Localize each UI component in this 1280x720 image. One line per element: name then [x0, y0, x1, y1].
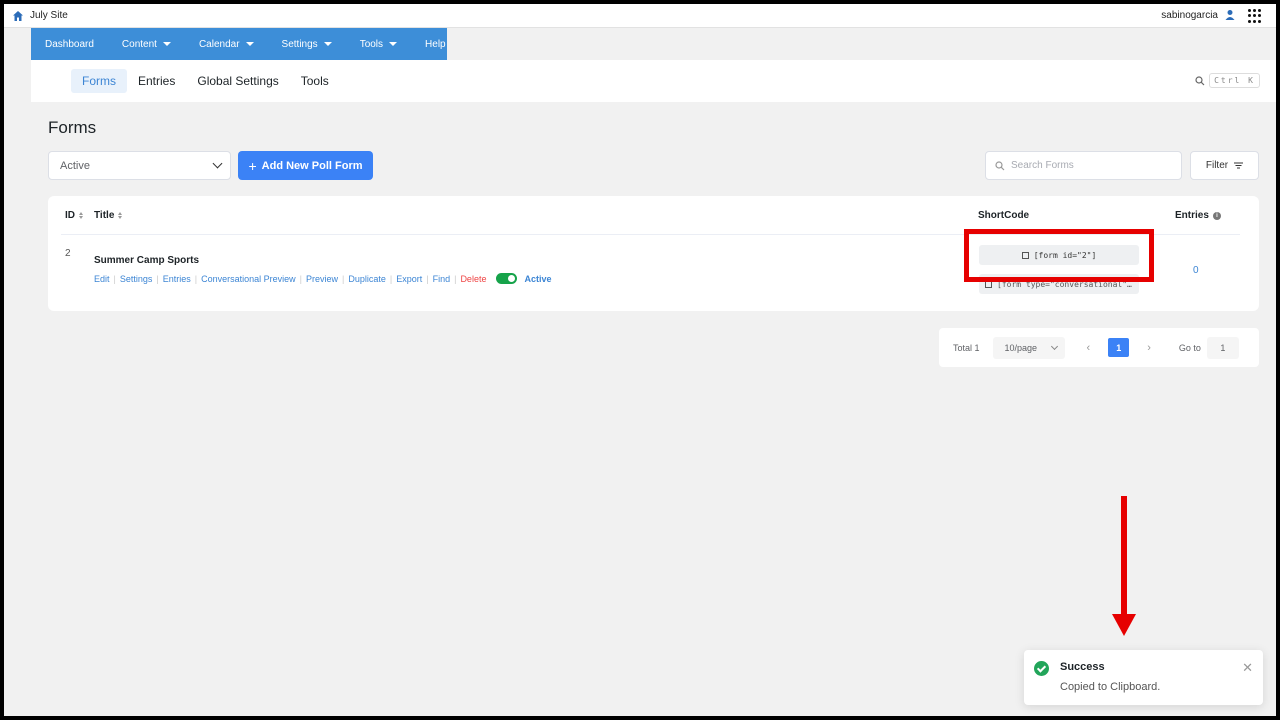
- add-new-form-button[interactable]: + Add New Poll Form: [238, 151, 373, 180]
- action-entries[interactable]: Entries: [163, 274, 191, 284]
- status-select-value: Active: [60, 159, 90, 172]
- nav-tools[interactable]: Tools: [346, 28, 411, 60]
- action-export[interactable]: Export: [396, 274, 422, 284]
- info-icon[interactable]: i: [1212, 211, 1221, 220]
- chevron-down-icon: [212, 158, 223, 169]
- action-conversational-preview[interactable]: Conversational Preview: [201, 274, 296, 284]
- nav-label: Calendar: [198, 38, 240, 50]
- row-actions: Edit | Settings | Entries | Conversational …: [94, 273, 552, 284]
- shortcut-hint: Ctrl K: [1209, 73, 1260, 88]
- search-icon: [995, 160, 1005, 170]
- next-page-icon[interactable]: ›: [1147, 342, 1151, 354]
- caret-down-icon: [389, 42, 398, 46]
- tab-forms[interactable]: Forms: [71, 69, 127, 93]
- form-title[interactable]: Summer Camp Sports: [94, 255, 199, 266]
- site-name: July Site: [30, 10, 68, 21]
- add-button-label: Add New Poll Form: [261, 159, 363, 172]
- action-find[interactable]: Find: [433, 274, 451, 284]
- sort-icon: [118, 212, 123, 219]
- apps-grid-icon[interactable]: [1248, 9, 1262, 23]
- action-duplicate[interactable]: Duplicate: [348, 274, 386, 284]
- username: sabinogarcia: [1161, 9, 1218, 21]
- annotation-highlight-box: [964, 229, 1154, 282]
- sub-nav: Forms Entries Global Settings Tools Ctrl…: [31, 60, 1276, 102]
- page-title: Forms: [48, 118, 97, 137]
- sort-icon: [79, 212, 83, 219]
- plus-icon: +: [248, 157, 257, 174]
- tab-entries[interactable]: Entries: [127, 69, 186, 93]
- main-nav: Dashboard Content Calendar Settings Tool…: [31, 28, 447, 60]
- nav-label: Content: [121, 38, 157, 50]
- column-header-shortcode: ShortCode: [978, 210, 1030, 221]
- close-icon[interactable]: ✕: [1242, 660, 1253, 676]
- caret-down-icon: [162, 42, 171, 46]
- header-label: Entries: [1175, 210, 1209, 221]
- status-toggle[interactable]: [496, 273, 518, 284]
- column-header-entries: Entries i: [1175, 210, 1221, 221]
- tab-global-settings[interactable]: Global Settings: [186, 69, 289, 93]
- nav-dashboard[interactable]: Dashboard: [31, 28, 108, 60]
- user-icon: [1225, 10, 1235, 20]
- action-preview[interactable]: Preview: [306, 274, 338, 284]
- nav-calendar[interactable]: Calendar: [185, 28, 268, 60]
- nav-settings[interactable]: Settings: [268, 28, 346, 60]
- filter-icon: [1234, 162, 1244, 169]
- tab-tools[interactable]: Tools: [290, 69, 340, 93]
- action-delete[interactable]: Delete: [460, 274, 486, 284]
- nav-label: Tools: [359, 38, 384, 50]
- nav-label: Help: [425, 38, 446, 50]
- header-label: Title: [94, 210, 115, 221]
- prev-page-icon[interactable]: ‹: [1087, 342, 1091, 354]
- filter-button[interactable]: Filter: [1190, 151, 1259, 180]
- toast-message: Copied to Clipboard.: [1060, 681, 1161, 693]
- nav-help[interactable]: Help: [411, 28, 460, 60]
- success-toast: Success Copied to Clipboard. ✕: [1024, 650, 1263, 705]
- filter-label: Filter: [1205, 160, 1229, 171]
- check-circle-icon: [1034, 661, 1049, 676]
- action-edit[interactable]: Edit: [94, 274, 110, 284]
- search-input[interactable]: Search Forms: [985, 151, 1182, 180]
- site-link[interactable]: July Site: [12, 10, 68, 22]
- user-menu[interactable]: sabinogarcia: [1161, 9, 1236, 21]
- status-select[interactable]: Active: [48, 151, 231, 180]
- nav-content[interactable]: Content: [108, 28, 185, 60]
- annotation-arrow-shaft: [1121, 496, 1127, 616]
- total-count: Total 1: [953, 342, 980, 353]
- caret-down-icon: [323, 42, 332, 46]
- goto-label: Go to: [1178, 342, 1201, 353]
- caret-down-icon: [245, 42, 254, 46]
- page-number-current[interactable]: 1: [1108, 338, 1130, 357]
- home-icon: [13, 10, 23, 21]
- admin-topbar: July Site sabinogarcia: [4, 4, 1276, 28]
- toast-title: Success: [1060, 661, 1105, 673]
- goto-page-input[interactable]: 1: [1206, 336, 1239, 359]
- annotation-arrow-head: [1112, 614, 1136, 636]
- app-frame: July Site sabinogarcia Dashboard Content…: [4, 4, 1276, 716]
- search-icon: [1195, 75, 1205, 85]
- column-header-title[interactable]: Title: [94, 210, 123, 221]
- entries-count[interactable]: 0: [1193, 265, 1199, 276]
- pagination: Total 1 10/page ‹ 1 › Go to 1: [939, 328, 1259, 367]
- form-id: 2: [65, 248, 71, 259]
- status-label: Active: [524, 273, 552, 284]
- search-placeholder: Search Forms: [1011, 160, 1074, 171]
- column-header-id[interactable]: ID: [65, 210, 83, 221]
- page-size-select[interactable]: 10/page: [992, 336, 1065, 359]
- global-search[interactable]: Ctrl K: [1195, 73, 1260, 88]
- header-label: ID: [65, 210, 75, 221]
- action-settings[interactable]: Settings: [120, 274, 153, 284]
- nav-label: Settings: [281, 38, 318, 50]
- nav-label: Dashboard: [45, 38, 94, 50]
